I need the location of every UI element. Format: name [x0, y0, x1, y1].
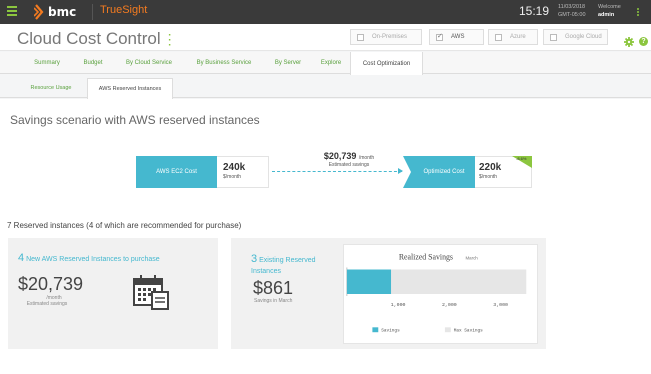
top-bar: bmc TrueSight 15:19 11/03/2018 GMT-05:00… [0, 0, 651, 24]
filter-aws[interactable]: AWS [429, 29, 484, 45]
page-title[interactable]: Cloud Cost Control ⋮ [17, 29, 177, 49]
checkbox-icon[interactable] [357, 33, 364, 41]
existing-reserved-heading: 3 Existing Reserved Instances [251, 254, 331, 277]
filter-on-premises[interactable]: On-Premises [350, 29, 422, 45]
checkbox-icon[interactable] [495, 33, 502, 41]
tab-by-business-service[interactable]: By Business Service [184, 52, 264, 74]
divider [92, 4, 93, 20]
optimized-cost-unit: $/month [479, 174, 498, 180]
legend-swatch [372, 327, 379, 333]
legend-swatch [444, 327, 451, 333]
existing-reserved-count: 3 [251, 253, 258, 265]
product-name: TrueSight [100, 4, 148, 16]
user-name: admin [598, 12, 615, 18]
chart-subtitle: March [465, 256, 478, 261]
scenario-title: Savings scenario with AWS reserved insta… [10, 113, 260, 127]
checkbox-icon[interactable] [436, 32, 443, 41]
tab-by-server[interactable]: By Server [264, 52, 312, 74]
subtab-aws-reserved-instances[interactable]: AWS Reserved Instances [87, 78, 173, 99]
new-reserved-count: 4 [18, 252, 25, 264]
title-bar: Cloud Cost Control⋮ On-Premises AWS Azur… [0, 24, 651, 51]
checkbox-icon[interactable] [550, 33, 557, 41]
existing-reserved-sub: Savings in March [254, 298, 293, 304]
user-welcome[interactable]: Welcome admin [598, 3, 621, 19]
estimated-savings: $20,739 /month Estimated savings [308, 151, 390, 168]
title-dropdown-icon[interactable]: ⋮ [163, 31, 177, 47]
filter-azure[interactable]: Azure [488, 29, 538, 45]
existing-reserved-label: Existing Reserved Instances [251, 257, 316, 275]
existing-reserved-amount: $861 [253, 278, 294, 298]
new-reserved-label: New AWS Reserved Instances to purchase [26, 256, 160, 263]
savings-value: $20,739 [323, 151, 357, 161]
tick-label: 3,000 [493, 302, 508, 308]
ec2-cost-unit: $/month [223, 174, 242, 180]
bmc-mark-icon [34, 4, 44, 20]
primary-tabs: Summary Budget By Cloud Service By Busin… [0, 52, 651, 75]
new-reserved-amount: $20,739 [18, 274, 84, 294]
tab-explore[interactable]: Explore [312, 52, 350, 74]
menu-icon[interactable] [7, 6, 17, 16]
secondary-tabs: Resource Usage AWS Reserved Instances [0, 78, 651, 99]
existing-reserved-card[interactable]: 3 Existing Reserved Instances $861 Savin… [231, 238, 546, 349]
ec2-cost-value: 240k [223, 162, 246, 173]
page-title-text: Cloud Cost Control [17, 29, 161, 48]
realized-savings-chart: Realized Savings March 1,000 2,000 3,000 Sa… [343, 244, 538, 344]
welcome-label: Welcome [598, 4, 621, 10]
reserved-instances-title: 7 Reserved instances (4 of which are rec… [7, 221, 242, 230]
bar-savings [346, 269, 392, 294]
legend-label: Savings [381, 328, 400, 334]
tab-cost-optimization[interactable]: Cost Optimization [350, 52, 423, 75]
filter-label: Google Cloud [565, 34, 602, 40]
tab-by-cloud-service[interactable]: By Cloud Service [114, 52, 184, 74]
new-reserved-sub: Estimated savings [26, 301, 68, 307]
new-reserved-card[interactable]: 4 New AWS Reserved Instances to purchase… [8, 238, 218, 349]
filter-label: AWS [451, 34, 465, 40]
ec2-cost-value-box: 240k $/month [217, 156, 269, 188]
help-icon[interactable]: ? [639, 37, 648, 46]
tick-label: 2,000 [442, 302, 457, 308]
tab-budget[interactable]: Budget [72, 52, 114, 74]
date-display: 11/03/2018 GMT-05:00 [558, 3, 598, 19]
arrow-right-icon [398, 168, 403, 174]
new-reserved-heading: 4 New AWS Reserved Instances to purchase [18, 252, 160, 264]
timezone-value: GMT-05:00 [558, 12, 586, 18]
calendar-icon [133, 275, 169, 310]
more-options-icon[interactable] [637, 8, 639, 17]
savings-period: /month [358, 155, 375, 161]
chart-title: Realized Savings [399, 253, 453, 262]
date-value: 11/03/2018 [558, 4, 586, 10]
savings-label: Estimated savings [328, 162, 370, 168]
flow-connector [272, 171, 402, 172]
filter-google-cloud[interactable]: Google Cloud [543, 29, 608, 45]
bmc-logo: bmc [34, 3, 76, 21]
tab-summary[interactable]: Summary [22, 52, 72, 74]
savings-percent: -8.6% [516, 156, 527, 161]
filter-label: Azure [510, 34, 526, 40]
legend-label: Max Savings [454, 328, 483, 334]
optimized-cost-box: Optimized Cost [403, 156, 475, 188]
gear-icon[interactable] [624, 37, 634, 47]
filter-label: On-Premises [372, 34, 408, 40]
subtab-resource-usage[interactable]: Resource Usage [19, 78, 83, 98]
tick-label: 1,000 [391, 302, 406, 308]
clock: 15:19 [519, 4, 550, 18]
ec2-cost-box: AWS EC2 Cost [136, 156, 217, 188]
brand-name: bmc [48, 5, 77, 19]
